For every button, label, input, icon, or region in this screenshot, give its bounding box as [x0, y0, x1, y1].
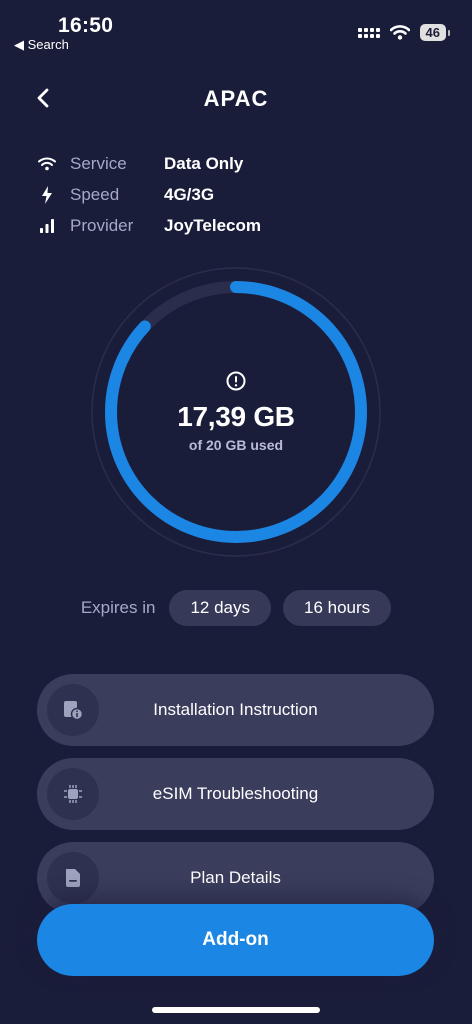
signal-bars-icon	[38, 217, 56, 235]
bolt-icon	[38, 185, 56, 204]
info-label: Service	[70, 153, 127, 173]
used-amount: 17,39 GB	[177, 401, 295, 432]
plan-info: Service Data Only Speed 4G/3G Provider J…	[38, 148, 261, 241]
battery-indicator: 46	[419, 24, 451, 41]
back-to-search-link[interactable]: ◀ Search	[14, 37, 69, 53]
installation-instruction-card[interactable]: Installation Instruction	[37, 674, 434, 746]
alert-circle-icon	[226, 371, 246, 391]
page-title: APAC	[203, 86, 269, 111]
info-row-speed: Speed 4G/3G	[38, 179, 261, 210]
file-icon	[47, 852, 99, 904]
status-indicators: 46	[357, 24, 451, 41]
info-row-service: Service Data Only	[38, 148, 261, 179]
usage-caption: of 20 GB used	[188, 437, 284, 453]
home-indicator[interactable]	[152, 1007, 320, 1013]
card-label: Installation Instruction	[153, 700, 318, 719]
expires-label: Expires in	[80, 598, 156, 617]
chip-icon	[47, 768, 99, 820]
document-info-icon	[47, 684, 99, 736]
wifi-status-icon	[389, 25, 410, 40]
info-value: 4G/3G	[164, 184, 215, 204]
info-value: JoyTelecom	[164, 215, 262, 235]
status-time: 16:50	[58, 14, 114, 37]
card-label: eSIM Troubleshooting	[152, 784, 319, 803]
add-on-button[interactable]: Add-on	[37, 904, 434, 976]
cellular-signal-icon	[357, 27, 380, 38]
info-label: Provider	[70, 215, 134, 235]
expiry-hours-pill: 16 hours	[283, 590, 392, 626]
info-value: Data Only	[164, 153, 244, 173]
expiry-days-pill: 12 days	[169, 590, 271, 626]
expiry-row: Expires in 12 days 16 hours	[0, 590, 472, 626]
usage-summary: 17,39 GB of 20 GB used	[90, 266, 382, 558]
info-label: Speed	[70, 184, 120, 204]
info-row-provider: Provider JoyTelecom	[38, 210, 261, 241]
card-label: Plan Details	[190, 868, 281, 887]
wifi-icon	[38, 155, 56, 173]
esim-troubleshooting-card[interactable]: eSIM Troubleshooting	[37, 758, 434, 830]
